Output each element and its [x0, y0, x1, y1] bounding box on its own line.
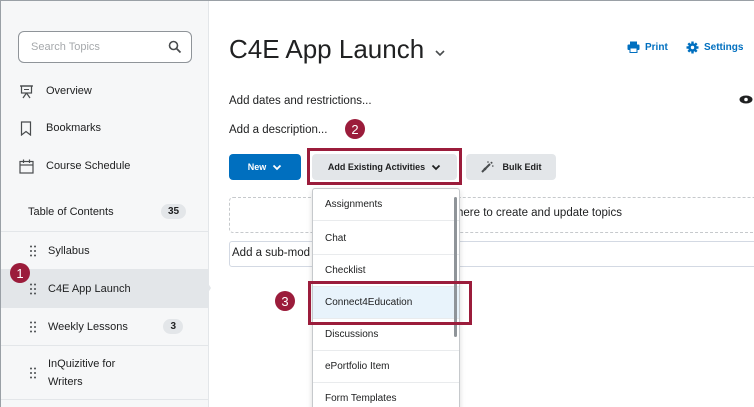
- highlight-connect4education: [308, 281, 472, 325]
- drag-handle-icon[interactable]: [28, 245, 38, 257]
- callout-2: 2: [345, 119, 365, 139]
- gear-icon: [686, 41, 699, 54]
- toc-item-label-line2: Writers: [48, 375, 83, 388]
- search-input[interactable]: [31, 41, 171, 53]
- magic-wand-icon: [481, 161, 495, 173]
- menu-item-label: Checklist: [325, 265, 366, 276]
- menu-item-assignments[interactable]: Assignments: [313, 189, 459, 221]
- dropzone-text: here to create and update topics: [457, 207, 622, 219]
- toc-item-label: InQuizitive for Writers: [48, 355, 115, 391]
- bulk-edit-button[interactable]: Bulk Edit: [466, 154, 556, 180]
- callout-1: 1: [10, 263, 30, 283]
- printer-icon: [627, 41, 640, 53]
- nav-bookmarks-label: Bookmarks: [46, 122, 102, 134]
- menu-item-label: Assignments: [325, 199, 383, 210]
- page-title[interactable]: C4E App Launch: [229, 34, 446, 65]
- menu-item-label: ePortfolio Item: [325, 361, 390, 372]
- drag-handle-icon[interactable]: [28, 321, 38, 333]
- add-submodule-text: Add a sub-mod: [232, 247, 310, 259]
- menu-item-chat[interactable]: Chat: [313, 223, 459, 255]
- menu-item-form-templates[interactable]: Form Templates: [313, 383, 459, 407]
- bookmark-icon: [18, 120, 34, 136]
- presentation-icon: [18, 83, 34, 99]
- print-button[interactable]: Print: [627, 41, 668, 53]
- toc-item-c4e-app-launch[interactable]: C4E App Launch: [1, 269, 208, 307]
- menu-item-label: Form Templates: [325, 393, 397, 404]
- toc-item-inquizitive[interactable]: InQuizitive for Writers: [1, 345, 208, 400]
- print-label: Print: [645, 41, 668, 53]
- toc-item-label: Weekly Lessons: [48, 320, 128, 333]
- settings-button[interactable]: Settings: [686, 41, 743, 54]
- callout-3: 3: [275, 291, 295, 311]
- drag-handle-icon[interactable]: [28, 367, 38, 379]
- new-button-label: New: [247, 162, 267, 172]
- bulk-edit-label: Bulk Edit: [502, 162, 542, 172]
- search-icon[interactable]: [168, 40, 182, 54]
- menu-item-label: Chat: [325, 233, 347, 244]
- page-title-text: C4E App Launch: [229, 34, 425, 64]
- app-window: Overview Bookmarks Course Schedule Table…: [0, 0, 754, 407]
- eye-icon[interactable]: [739, 95, 753, 104]
- nav-overview-label: Overview: [46, 85, 92, 97]
- nav-overview[interactable]: Overview: [18, 81, 92, 101]
- menu-item-eportfolio-item[interactable]: ePortfolio Item: [313, 351, 459, 383]
- highlight-add-existing: [307, 148, 462, 185]
- selected-indicator: [199, 269, 211, 307]
- toc-item-label-line1: InQuizitive for: [48, 357, 116, 370]
- new-button[interactable]: New: [229, 154, 301, 180]
- toc-count-badge: 35: [161, 204, 187, 219]
- nav-course-schedule-label: Course Schedule: [46, 160, 131, 172]
- menu-item-label: Discussions: [325, 329, 379, 340]
- weekly-lessons-count-badge: 3: [163, 319, 183, 334]
- nav-bookmarks[interactable]: Bookmarks: [18, 118, 101, 138]
- drag-handle-icon[interactable]: [28, 283, 38, 295]
- toc-item-weekly-lessons[interactable]: Weekly Lessons 3: [1, 307, 208, 345]
- toc-item-label: C4E App Launch: [48, 282, 131, 295]
- toc-item-syllabus[interactable]: Syllabus: [1, 231, 208, 269]
- sidebar: Overview Bookmarks Course Schedule Table…: [1, 1, 209, 407]
- chevron-down-icon: [273, 164, 282, 170]
- search-box[interactable]: [18, 31, 192, 63]
- add-dates-link[interactable]: Add dates and restrictions...: [229, 95, 372, 107]
- calendar-icon: [18, 158, 34, 174]
- chevron-down-icon[interactable]: [434, 49, 446, 57]
- toc-item-label: Syllabus: [48, 244, 90, 257]
- settings-label: Settings: [704, 42, 744, 53]
- add-description-link[interactable]: Add a description...: [229, 124, 327, 136]
- toc-heading[interactable]: Table of Contents: [28, 206, 114, 218]
- nav-course-schedule[interactable]: Course Schedule: [18, 156, 130, 176]
